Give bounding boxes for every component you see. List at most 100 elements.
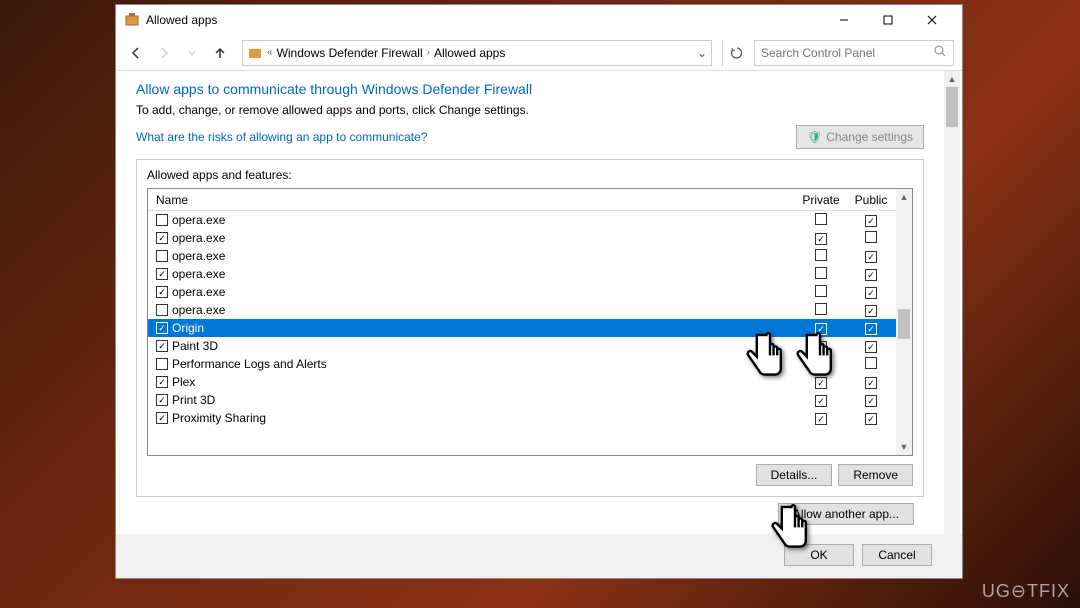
close-button[interactable] [910,5,954,35]
app-name-label: Print 3D [172,393,215,407]
app-name-label: Origin [172,321,204,335]
checkbox[interactable] [865,395,877,407]
change-settings-button[interactable]: 🛡 Change settings [796,125,924,149]
table-row[interactable]: Proximity Sharing [148,409,896,427]
checkbox[interactable] [156,250,168,262]
breadcrumb-item[interactable]: Allowed apps [434,46,505,60]
breadcrumb[interactable]: « Windows Defender Firewall › Allowed ap… [242,40,712,66]
back-button[interactable] [124,41,148,65]
list-scrollbar[interactable]: ▲ ▼ [896,189,912,455]
table-row[interactable]: Performance Logs and Alerts [148,355,896,373]
scroll-up-icon[interactable]: ▲ [896,189,912,205]
chevron-right-icon: › [427,47,430,58]
checkbox[interactable] [156,376,168,388]
minimize-button[interactable] [822,5,866,35]
table-row[interactable]: Origin [148,319,896,337]
watermark: UG⊖TFIX [982,581,1070,602]
checkbox[interactable] [156,340,168,352]
checkbox[interactable] [815,267,827,279]
checkbox[interactable] [815,323,827,335]
search-box[interactable] [754,40,954,66]
chevron-down-icon[interactable]: ⌄ [697,46,707,60]
checkbox[interactable] [815,285,827,297]
ok-button[interactable]: OK [784,544,854,566]
bottom-bar: OK Cancel [116,534,962,578]
remove-button[interactable]: Remove [838,464,913,486]
checkbox[interactable] [865,323,877,335]
checkbox[interactable] [156,286,168,298]
table-row[interactable]: opera.exe [148,283,896,301]
app-name-label: opera.exe [172,249,225,263]
checkbox[interactable] [815,303,827,315]
app-name-label: opera.exe [172,231,225,245]
checkbox[interactable] [815,249,827,261]
cancel-button[interactable]: Cancel [862,544,932,566]
app-name-label: Performance Logs and Alerts [172,357,327,371]
table-row[interactable]: Plex [148,373,896,391]
scroll-thumb[interactable] [946,87,958,127]
breadcrumb-item[interactable]: Windows Defender Firewall [277,46,423,60]
table-row[interactable]: opera.exe [148,229,896,247]
checkbox[interactable] [156,412,168,424]
window-title: Allowed apps [146,13,822,27]
app-name-label: Paint 3D [172,339,218,353]
app-name-label: opera.exe [172,213,225,227]
table-row[interactable]: opera.exe [148,265,896,283]
column-public[interactable]: Public [846,193,896,207]
checkbox[interactable] [156,322,168,334]
app-name-label: opera.exe [172,267,225,281]
checkbox[interactable] [815,395,827,407]
allow-another-app-button[interactable]: Allow another app... [778,503,914,525]
checkbox[interactable] [865,215,877,227]
checkbox[interactable] [156,268,168,280]
checkbox[interactable] [865,377,877,389]
checkbox[interactable] [156,394,168,406]
checkbox[interactable] [865,251,877,263]
checkbox[interactable] [865,413,877,425]
checkbox[interactable] [815,341,827,353]
help-link[interactable]: What are the risks of allowing an app to… [136,130,427,144]
up-button[interactable] [208,41,232,65]
table-row[interactable]: opera.exe [148,247,896,265]
page-subtitle: To add, change, or remove allowed apps a… [136,103,924,117]
apps-list: Name Private Public opera.exe opera.exe op… [147,188,913,456]
checkbox[interactable] [865,231,877,243]
column-private[interactable]: Private [796,193,846,207]
page-title: Allow apps to communicate through Window… [136,81,924,97]
details-button[interactable]: Details... [756,464,833,486]
app-icon [124,12,140,28]
checkbox[interactable] [815,213,827,225]
refresh-button[interactable] [722,40,750,66]
checkbox[interactable] [865,305,877,317]
scroll-down-icon[interactable]: ▼ [896,439,912,455]
checkbox[interactable] [815,377,827,389]
checkbox[interactable] [156,304,168,316]
app-name-label: opera.exe [172,285,225,299]
groupbox-title: Allowed apps and features: [147,168,913,182]
checkbox[interactable] [815,233,827,245]
maximize-button[interactable] [866,5,910,35]
window: Allowed apps « Windows Defender Firewall… [115,4,963,579]
checkbox[interactable] [865,287,877,299]
table-row[interactable]: Paint 3D [148,337,896,355]
checkbox[interactable] [865,341,877,353]
column-name[interactable]: Name [148,193,796,207]
main-scrollbar[interactable]: ▲ [944,71,960,534]
scroll-up-icon[interactable]: ▲ [944,71,960,87]
forward-button[interactable] [152,41,176,65]
checkbox[interactable] [865,357,877,369]
content-area: Allow apps to communicate through Window… [116,71,962,534]
table-row[interactable]: opera.exe [148,301,896,319]
scroll-thumb[interactable] [898,309,910,339]
checkbox[interactable] [156,214,168,226]
checkbox[interactable] [815,359,827,371]
checkbox[interactable] [815,413,827,425]
checkbox[interactable] [865,269,877,281]
search-input[interactable] [761,46,933,60]
table-row[interactable]: Print 3D [148,391,896,409]
recent-dropdown[interactable] [180,41,204,65]
app-name-label: Proximity Sharing [172,411,266,425]
table-row[interactable]: opera.exe [148,211,896,229]
checkbox[interactable] [156,232,168,244]
checkbox[interactable] [156,358,168,370]
